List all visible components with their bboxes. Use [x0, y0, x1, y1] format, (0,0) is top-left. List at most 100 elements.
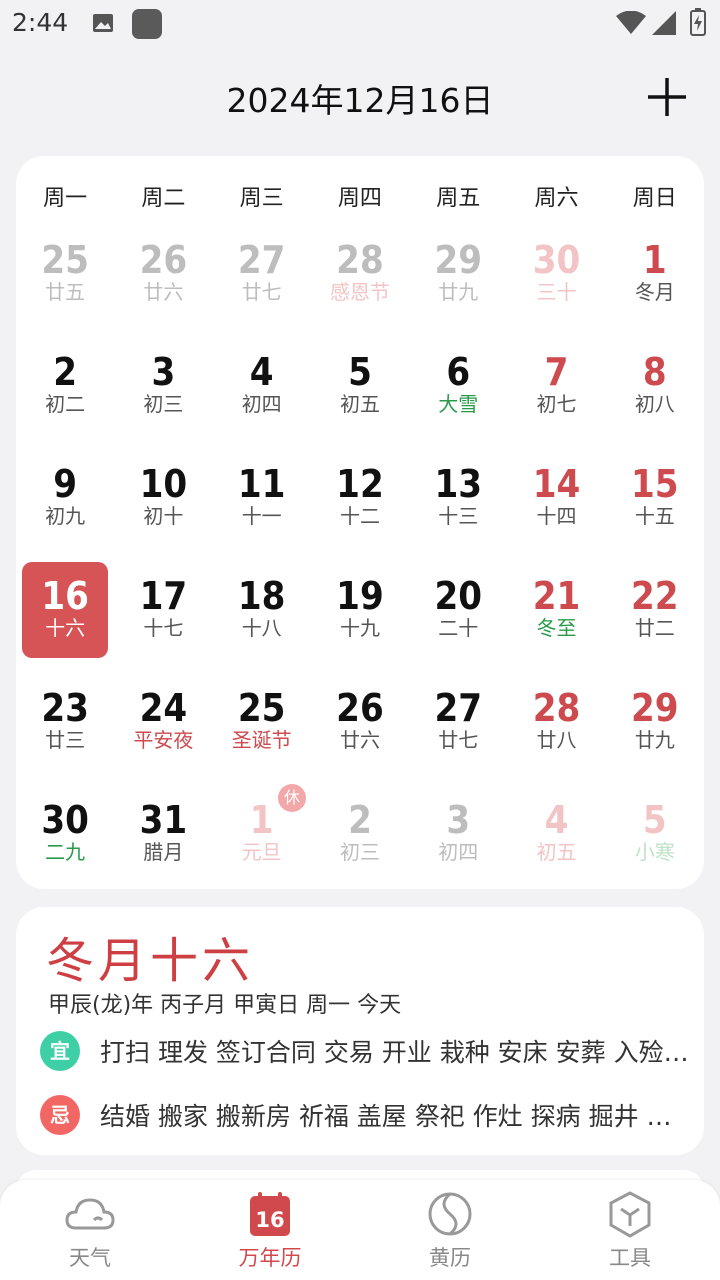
- day-cell[interactable]: 12 十二: [317, 450, 403, 546]
- day-cell[interactable]: 18 十八: [219, 562, 305, 658]
- day-number: 16: [41, 574, 89, 618]
- day-cell[interactable]: 25 廿五: [22, 226, 108, 322]
- lunar-label: 圣诞节: [231, 728, 292, 752]
- lunar-label: 初四: [241, 392, 282, 416]
- day-cell[interactable]: 3 初四: [415, 786, 501, 882]
- lunar-label: 廿二: [634, 616, 675, 640]
- lunar-label: 初七: [536, 392, 577, 416]
- day-cell[interactable]: 21 冬至: [514, 562, 600, 658]
- lunar-label: 二九: [45, 840, 86, 864]
- weekday-label: 周四: [337, 186, 382, 211]
- day-number: 26: [139, 238, 188, 282]
- day-cell[interactable]: 17 十七: [120, 562, 206, 658]
- day-cell[interactable]: 28 廿八: [514, 674, 600, 770]
- tab-label: 万年历: [238, 1246, 302, 1270]
- day-number: 8: [642, 350, 667, 394]
- day-cell[interactable]: 25 圣诞节: [219, 674, 305, 770]
- day-cell[interactable]: 26 廿六: [317, 674, 403, 770]
- day-number: 26: [336, 686, 384, 730]
- day-cell[interactable]: 10 初十: [120, 450, 206, 546]
- day-number: 11: [237, 462, 286, 506]
- day-cell[interactable]: 23 廿三: [22, 674, 108, 770]
- day-cell[interactable]: 20 二十: [415, 562, 501, 658]
- page-title[interactable]: 2024年12月16日: [0, 74, 720, 122]
- day-cell[interactable]: 29 廿九: [415, 226, 501, 322]
- lunar-label: 十二: [339, 504, 380, 528]
- almanac-card[interactable]: 冬月十六 甲辰(龙)年 丙子月 甲寅日 周一 今天 宜 打扫 理发 签订合同 交…: [16, 907, 704, 1155]
- lunar-label: 二十: [438, 616, 479, 640]
- day-number: 27: [237, 238, 286, 282]
- svg-text:16: 16: [255, 1208, 284, 1232]
- lunar-label: 初二: [45, 392, 86, 416]
- day-cell[interactable]: 14 十四: [514, 450, 600, 546]
- lunar-label: 初九: [45, 504, 86, 528]
- tab-weather[interactable]: 天气: [0, 1180, 180, 1280]
- day-cell[interactable]: 29 廿九: [612, 674, 698, 770]
- tab-almanac[interactable]: 黄历: [360, 1180, 540, 1280]
- ji-badge: 忌: [40, 1095, 80, 1135]
- weekday-header: 周一 周二 周三 周四 周五 周六 周日: [16, 180, 704, 212]
- day-number: 25: [237, 686, 286, 730]
- day-cell[interactable]: 26 廿六: [120, 226, 206, 322]
- plus-icon: [648, 78, 686, 116]
- day-cell[interactable]: 30 二九: [22, 786, 108, 882]
- day-cell[interactable]: 2 初三: [317, 786, 403, 882]
- day-number: 19: [336, 574, 384, 618]
- day-cell[interactable]: 19 十九: [317, 562, 403, 658]
- ji-row[interactable]: 忌 结婚 搬家 搬新房 祈福 盖屋 祭祀 作灶 探病 掘井 出行: [40, 1093, 690, 1137]
- lunar-label: 廿九: [634, 728, 675, 752]
- day-cell[interactable]: 6 大雪: [415, 338, 501, 434]
- day-number: 15: [631, 462, 679, 506]
- lunar-label: 廿六: [339, 728, 380, 752]
- day-cell[interactable]: 31 腊月: [120, 786, 206, 882]
- status-bar: 2:44: [0, 0, 720, 50]
- day-number: 28: [336, 238, 384, 282]
- bottom-tab-bar: 天气 16 万年历 黄历 工具: [0, 1180, 720, 1280]
- lunar-label: 三十: [536, 280, 577, 304]
- day-cell[interactable]: 9 初九: [22, 450, 108, 546]
- weekday-label: 周一: [43, 186, 88, 211]
- day-cell[interactable]: 24 平安夜: [120, 674, 206, 770]
- tab-calendar[interactable]: 16 万年历: [180, 1180, 360, 1280]
- day-cell[interactable]: 8 初八: [612, 338, 698, 434]
- day-cell[interactable]: 4 初四: [219, 338, 305, 434]
- day-cell[interactable]: 30 三十: [514, 226, 600, 322]
- day-cell[interactable]: 11 十一: [219, 450, 305, 546]
- day-cell[interactable]: 5 初五: [317, 338, 403, 434]
- day-cell[interactable]: 27 廿七: [219, 226, 305, 322]
- day-cell[interactable]: 1 冬月: [612, 226, 698, 322]
- day-cell[interactable]: 4 初五: [514, 786, 600, 882]
- day-cell[interactable]: 15 十五: [612, 450, 698, 546]
- day-number: 9: [53, 462, 78, 506]
- day-cell[interactable]: 22 廿二: [612, 562, 698, 658]
- lunar-label: 十三: [438, 504, 479, 528]
- day-number: 6: [446, 350, 471, 394]
- lunar-label: 廿九: [438, 280, 479, 304]
- day-cell[interactable]: 27 廿七: [415, 674, 501, 770]
- day-number: 27: [434, 686, 483, 730]
- add-button[interactable]: [640, 70, 694, 124]
- day-cell[interactable]: 2 初二: [22, 338, 108, 434]
- tab-label: 工具: [609, 1246, 651, 1270]
- yi-row[interactable]: 宜 打扫 理发 签订合同 交易 开业 栽种 安床 安葬 入殓 移柩: [40, 1029, 690, 1073]
- yinyang-icon: [428, 1192, 472, 1236]
- day-cell[interactable]: 3 初三: [120, 338, 206, 434]
- day-cell[interactable]: 13 十三: [415, 450, 501, 546]
- day-number: 21: [532, 574, 581, 618]
- lunar-label: 十七: [143, 616, 184, 640]
- day-number: 30: [532, 238, 581, 282]
- day-cell[interactable]: 28 感恩节: [317, 226, 403, 322]
- day-number: 14: [532, 462, 581, 506]
- wifi-icon: [616, 11, 646, 34]
- day-number: 12: [336, 462, 384, 506]
- weekday-label: 周二: [141, 186, 186, 211]
- lunar-label: 感恩节: [329, 280, 390, 304]
- lunar-label: 十九: [339, 616, 380, 640]
- day-cell[interactable]: 5 小寒: [612, 786, 698, 882]
- lunar-label: 腊月: [143, 840, 184, 864]
- signal-icon: [652, 11, 676, 35]
- tab-tools[interactable]: 工具: [540, 1180, 720, 1280]
- selected-day-cell[interactable]: 16 十六: [22, 562, 109, 658]
- day-cell[interactable]: 7 初七: [514, 338, 600, 434]
- weekday-label: 周六: [534, 186, 579, 211]
